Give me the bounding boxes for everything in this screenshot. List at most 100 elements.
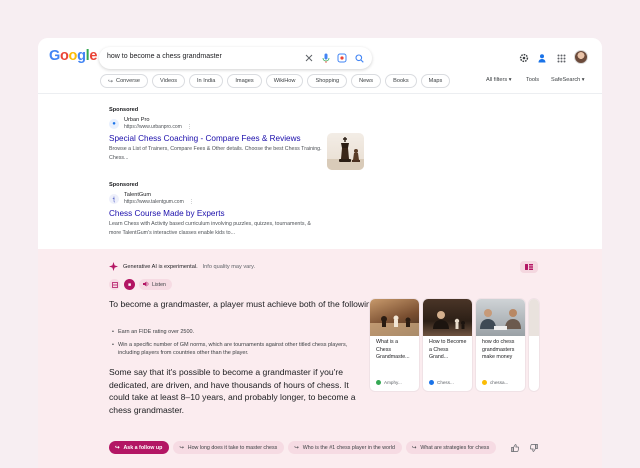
card-title: How to Become a Chess Grand... xyxy=(429,339,467,360)
labs-icon[interactable] xyxy=(535,51,549,65)
lens-icon[interactable] xyxy=(335,51,349,65)
talentgum-favicon: ꞎ xyxy=(109,194,119,204)
search-icon[interactable] xyxy=(352,51,366,65)
chip-news[interactable]: News xyxy=(351,74,382,88)
source-card[interactable]: how do chess grandmasters make money che… xyxy=(476,299,525,391)
source-name: chessa... xyxy=(490,380,509,385)
source-card[interactable]: How to Become a Chess Grand... Chess... xyxy=(423,299,472,391)
chip-images[interactable]: Images xyxy=(227,74,262,88)
ask-follow-up-label: Ask a follow up xyxy=(123,444,163,451)
sponsored-label: Sponsored xyxy=(109,182,139,188)
list-item: Win a specific number of GM norms, which… xyxy=(112,341,348,358)
card-source: Amphy... xyxy=(376,380,402,385)
advertiser-row[interactable]: ꞎ TalentGum https://www.talentgum.com ⋮ xyxy=(109,192,324,205)
source-favicon xyxy=(429,380,434,385)
listen-label: Listen xyxy=(152,281,166,288)
logo-letter: g xyxy=(77,48,86,64)
ai-label-muted: Info quality may vary. xyxy=(202,263,256,270)
ai-overview-header: Generative AI is experimental. Info qual… xyxy=(109,262,255,271)
chip-books[interactable]: Books xyxy=(385,74,417,88)
ad-title-link[interactable]: Chess Course Made by Experts xyxy=(109,209,324,218)
source-favicon xyxy=(376,380,381,385)
follow-arrow-icon: ↪ xyxy=(179,444,184,451)
filter-chips: ↪ Converse Videos In India Images WikiHow… xyxy=(100,74,451,88)
list-item: Earn an FIDE rating over 2500. xyxy=(112,328,348,337)
follow-arrow-icon: ↪ xyxy=(115,444,120,451)
sparkle-icon xyxy=(109,262,118,271)
ad-title-link[interactable]: Special Chess Coaching - Compare Fees & … xyxy=(109,134,324,143)
follow-up-suggestion[interactable]: ↪ Who is the #1 chess player in the worl… xyxy=(288,441,402,454)
suggestion-label: How long does it take to master chess xyxy=(187,444,278,451)
chip-converse[interactable]: ↪ Converse xyxy=(100,74,148,88)
search-box[interactable]: how to become a chess grandmaster xyxy=(99,47,372,69)
google-logo[interactable]: Google xyxy=(49,48,97,64)
thumbs-up-icon[interactable] xyxy=(509,442,520,453)
more-vert-icon[interactable]: ⋮ xyxy=(187,124,192,130)
listen-button[interactable]: Listen xyxy=(139,279,172,290)
url-text: https://www.talentgum.com xyxy=(124,199,184,205)
chip-videos[interactable]: Videos xyxy=(151,74,185,88)
follow-up-suggestion[interactable]: ↪ What are strategies for chess xyxy=(405,441,497,454)
thumbs-down-icon[interactable] xyxy=(528,442,539,453)
chip-label: Videos xyxy=(159,78,177,84)
follow-arrow-icon: ↪ xyxy=(294,444,299,451)
chess-king-thumbnail[interactable] xyxy=(327,133,364,170)
lens-mode-icon[interactable]: ■ xyxy=(124,279,135,290)
source-favicon xyxy=(482,380,487,385)
ai-overview: Generative AI is experimental. Info qual… xyxy=(38,249,602,468)
chip-label: News xyxy=(359,78,374,84)
follow-arrow-icon: ↪ xyxy=(411,444,417,451)
clear-icon[interactable] xyxy=(302,51,316,65)
safesearch-button[interactable]: SafeSearch ▾ xyxy=(551,77,585,83)
follow-up-row: ↪ Ask a follow up ↪ How long does it tak… xyxy=(109,441,497,454)
advertiser-row[interactable]: ● Urban Pro https://www.urbanpro.com ⋮ xyxy=(109,117,324,130)
ask-follow-up-button[interactable]: ↪ Ask a follow up xyxy=(109,441,170,454)
ai-toolbar: ■ Listen xyxy=(109,279,172,290)
settings-icon[interactable] xyxy=(517,51,531,65)
follow-arrow-icon: ↪ xyxy=(108,78,114,85)
card-image xyxy=(529,299,539,336)
speaker-icon xyxy=(143,281,149,289)
suggestion-label: Who is the #1 chess player in the world xyxy=(302,444,395,451)
follow-up-suggestion[interactable]: ↪ How long does it take to master chess xyxy=(173,441,285,454)
avatar[interactable] xyxy=(574,50,588,64)
chip-label: Maps xyxy=(428,78,443,84)
chip-label: Books xyxy=(393,78,409,84)
source-name: Amphy... xyxy=(384,380,402,385)
apps-icon[interactable] xyxy=(554,51,568,65)
expand-icon[interactable] xyxy=(109,279,120,290)
chip-shopping[interactable]: Shopping xyxy=(307,74,348,88)
logo-letter: e xyxy=(89,48,98,64)
ai-paragraph: Some say that it's possible to become a … xyxy=(109,367,356,415)
search-input[interactable]: how to become a chess grandmaster xyxy=(107,53,222,60)
ad-result: Sponsored ꞎ TalentGum https://www.talent… xyxy=(109,182,324,237)
search-header: Google how to become a chess grandmaster xyxy=(38,38,602,94)
card-image xyxy=(370,299,419,336)
microphone-icon[interactable] xyxy=(319,51,333,65)
ai-lead-text: To become a grandmaster, a player must a… xyxy=(109,299,378,309)
logo-letter: o xyxy=(59,48,69,64)
chip-in-india[interactable]: In India xyxy=(189,74,224,88)
ad-result: Sponsored ● Urban Pro https://www.urbanp… xyxy=(109,107,324,162)
more-vert-icon[interactable]: ⋮ xyxy=(189,199,194,205)
card-title: What is a Chess Grandmaste... xyxy=(376,339,410,360)
ad-description: Learn Chess with Activity based curricul… xyxy=(109,221,311,236)
all-filters-label: All filters xyxy=(486,77,508,83)
dropdown-arrow-icon: ▾ xyxy=(508,77,512,83)
chip-maps[interactable]: Maps xyxy=(420,74,451,88)
tools-button[interactable]: Tools xyxy=(526,77,539,83)
layout-toggle-icon[interactable] xyxy=(520,261,538,273)
all-filters-button[interactable]: All filters ▾ xyxy=(486,77,512,83)
urbanpro-favicon: ● xyxy=(109,119,119,129)
source-card-partial[interactable] xyxy=(529,299,539,391)
ad-description: Browse a List of Trainers, Compare Fees … xyxy=(109,146,322,161)
chip-wikihow[interactable]: WikiHow xyxy=(265,74,304,88)
chip-label: Shopping xyxy=(315,78,340,84)
advertiser-name: Urban Pro xyxy=(124,117,150,123)
chip-label: In India xyxy=(197,78,216,84)
card-source: chessa... xyxy=(482,380,508,385)
card-image xyxy=(423,299,472,336)
source-card[interactable]: What is a Chess Grandmaste... Amphy... xyxy=(370,299,419,391)
safesearch-label: SafeSearch xyxy=(551,77,581,83)
logo-letter: G xyxy=(49,48,60,64)
